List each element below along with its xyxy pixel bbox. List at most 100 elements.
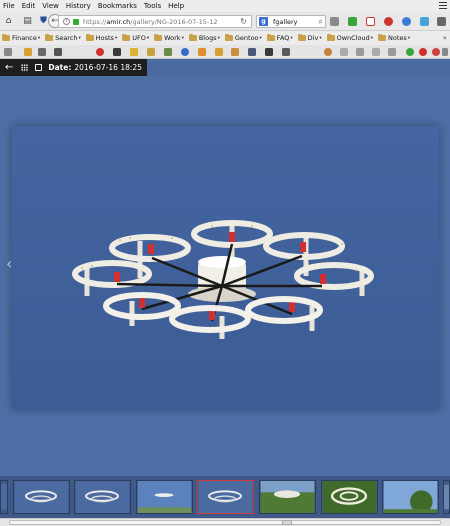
folder-icon: [224, 33, 233, 41]
extension-icon[interactable]: [330, 17, 339, 26]
stop-icon[interactable]: [432, 48, 440, 56]
menu-edit[interactable]: Edit: [22, 2, 36, 10]
extension-icon[interactable]: [384, 17, 393, 26]
tool-icon[interactable]: [372, 48, 380, 56]
thumbnail[interactable]: [0, 480, 8, 514]
menu-tools[interactable]: Tools: [144, 2, 161, 10]
wrench-icon[interactable]: [248, 48, 256, 56]
thumbnail[interactable]: [74, 480, 131, 514]
scrollbar-track[interactable]: [9, 520, 441, 525]
bookmarks-overflow-icon[interactable]: »: [443, 34, 447, 42]
menu-history[interactable]: History: [66, 2, 91, 10]
thumbnail[interactable]: [136, 480, 193, 514]
dropdown-caret-icon: ▾: [290, 35, 293, 41]
main-photo[interactable]: [12, 126, 439, 409]
folder-icon: [297, 33, 306, 41]
dropdown-caret-icon: ▾: [181, 35, 184, 41]
bookmark-folder-hosts[interactable]: Hosts ▾: [85, 33, 117, 42]
tool-icon[interactable]: [265, 48, 273, 56]
bookmark-folder-finance[interactable]: Finance ▾: [2, 33, 41, 42]
bookmark-label: Gentoo: [234, 34, 259, 42]
bookmark-folder-search[interactable]: Search ▾: [45, 33, 81, 42]
addon-toolbar: [0, 45, 450, 59]
thumbnail[interactable]: [259, 480, 316, 514]
bookmark-folder-notes[interactable]: Notes ▾: [377, 33, 411, 42]
globe-icon[interactable]: [181, 48, 189, 56]
stop-icon[interactable]: [419, 48, 427, 56]
tool-icon[interactable]: [198, 48, 206, 56]
tool-icon[interactable]: [388, 48, 396, 56]
thumbnail-selected[interactable]: [197, 480, 254, 514]
thumbnail[interactable]: [382, 480, 439, 514]
print-icon[interactable]: ▤: [22, 16, 33, 27]
navigation-toolbar: ⌂ ▤ ⛊ ← i https://amir.ch/gallery/NG-201…: [0, 12, 450, 31]
date-value: 2016-07-16 18:25: [74, 63, 142, 72]
reload-icon[interactable]: ↻: [240, 17, 247, 26]
horizontal-scrollbar[interactable]: [0, 518, 450, 526]
search-bar[interactable]: g fgallery ⌕: [256, 15, 326, 28]
bookmark-folder-blogs[interactable]: Blogs ▾: [188, 33, 220, 42]
tool-icon[interactable]: [340, 48, 348, 56]
pencil-icon[interactable]: [215, 48, 223, 56]
user-icon[interactable]: [113, 48, 121, 56]
bookmark-folder-ufo[interactable]: UFO ▾: [122, 33, 150, 42]
tool-icon[interactable]: [442, 48, 448, 56]
tool-icon[interactable]: [38, 48, 46, 56]
save-icon[interactable]: [35, 64, 43, 71]
address-bar[interactable]: i https://amir.ch/gallery/NG-2016-07-15-…: [58, 15, 252, 28]
folder-icon: [45, 33, 54, 41]
block-icon[interactable]: [96, 48, 104, 56]
pencil-icon[interactable]: [130, 48, 138, 56]
home-icon[interactable]: ⌂: [3, 16, 14, 27]
dropdown-caret-icon: ▾: [407, 35, 411, 41]
hamburger-menu-icon[interactable]: [439, 2, 447, 9]
dropdown-caret-icon: ▾: [146, 35, 150, 41]
grid-icon[interactable]: [21, 64, 29, 71]
menu-view[interactable]: View: [42, 2, 59, 10]
dropdown-caret-icon: ▾: [259, 35, 262, 41]
menu-file[interactable]: File: [3, 2, 15, 10]
bookmark-label: Work: [164, 34, 181, 42]
google-icon[interactable]: g: [259, 17, 268, 26]
thumbnail[interactable]: [13, 480, 70, 514]
check-icon[interactable]: [406, 48, 414, 56]
bookmark-label: FAQ: [276, 34, 290, 42]
scrollbar-thumb[interactable]: [282, 520, 292, 525]
dropdown-caret-icon: ▾: [319, 35, 322, 41]
thumbnail[interactable]: [321, 480, 378, 514]
dropdown-caret-icon: ▾: [217, 35, 220, 41]
dropdown-caret-icon: ▾: [37, 35, 41, 41]
tool-icon[interactable]: [282, 48, 290, 56]
folder-icon: [266, 33, 275, 41]
extension-icon[interactable]: [420, 17, 429, 26]
info-icon[interactable]: i: [63, 18, 70, 25]
folder-icon: [154, 33, 163, 41]
tool-icon[interactable]: [356, 48, 364, 56]
image-icon[interactable]: [164, 48, 172, 56]
menu-help[interactable]: Help: [168, 2, 184, 10]
bookmark-folder-faq[interactable]: FAQ ▾: [266, 33, 293, 42]
bookmark-folder-owncloud[interactable]: OwnCloud ▾: [326, 33, 373, 42]
bookmark-label: Div: [307, 34, 319, 42]
search-icon[interactable]: ⌕: [319, 17, 323, 27]
bookmark-folder-div[interactable]: Div ▾: [297, 33, 322, 42]
menu-bookmarks[interactable]: Bookmarks: [98, 2, 137, 10]
form-icon[interactable]: [147, 48, 155, 56]
back-arrow-icon[interactable]: ←: [5, 62, 13, 73]
tool-icon[interactable]: [24, 48, 32, 56]
extension-icon[interactable]: [402, 17, 411, 26]
tool-icon[interactable]: [231, 48, 239, 56]
bookmarks-toolbar: Finance ▾ Search ▾ Hosts ▾ UFO ▾ Work ▾ Blogs ▾ Gent…: [0, 31, 450, 45]
download-icon[interactable]: [54, 48, 62, 56]
folder-icon: [85, 33, 94, 41]
extension-icon[interactable]: [366, 17, 375, 26]
thumbnail[interactable]: [443, 480, 450, 514]
extension-icon[interactable]: [348, 17, 357, 26]
bookmark-folder-gentoo[interactable]: Gentoo ▾: [224, 33, 262, 42]
extension-icon[interactable]: [437, 17, 446, 26]
tool-icon[interactable]: [324, 48, 332, 56]
folder-icon: [122, 33, 131, 41]
bookmark-folder-work[interactable]: Work ▾: [154, 33, 184, 42]
tool-icon[interactable]: [4, 48, 12, 56]
gallery-header: ← Date: 2016-07-16 18:25: [0, 59, 147, 76]
